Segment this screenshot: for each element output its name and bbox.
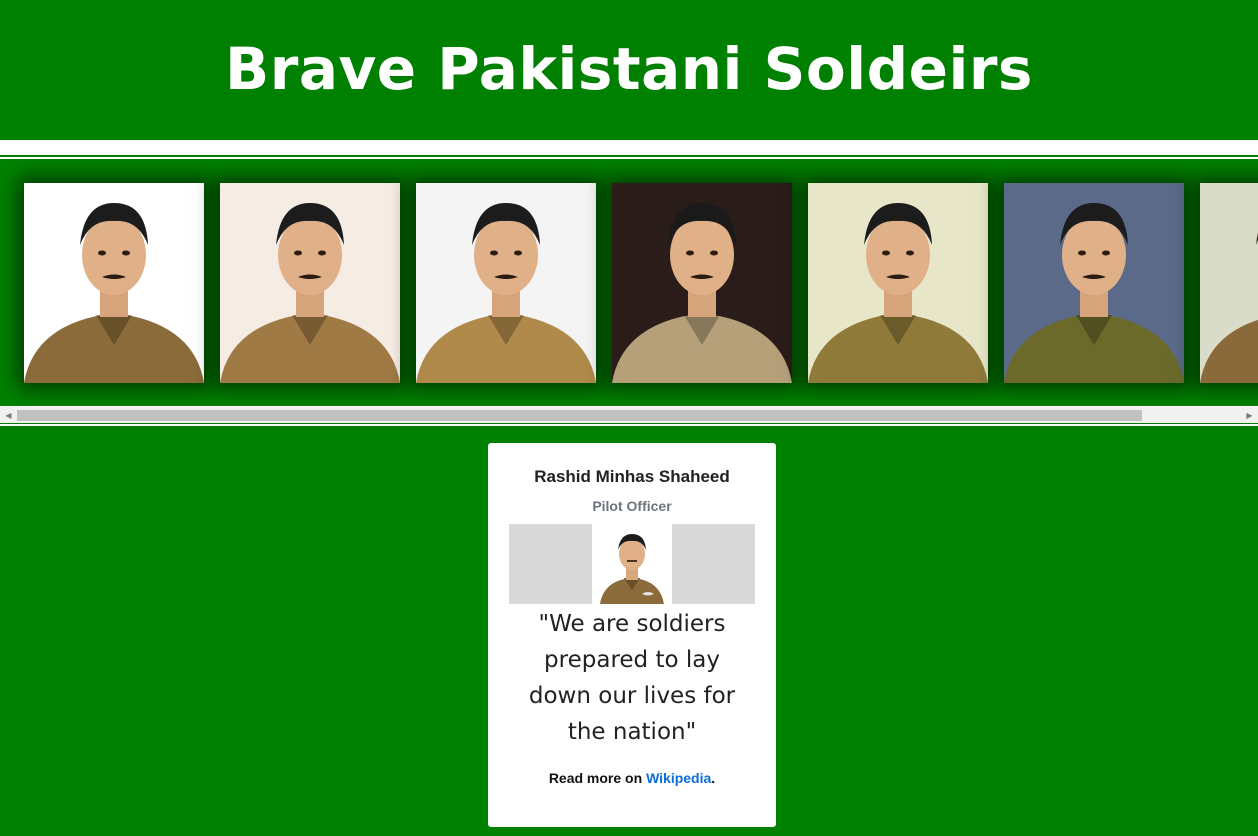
soldier-gallery[interactable] [0,159,1258,409]
soldier-portrait-4-icon [612,183,792,383]
page-title: Brave Pakistani Soldeirs [225,35,1033,103]
soldier-portrait-2-icon [220,183,400,383]
soldier-portrait-image [592,524,672,604]
read-more-line: Read more on Wikipedia. [488,770,776,786]
gallery-thumbnail[interactable] [808,183,988,383]
header-separator [0,140,1258,155]
gallery-strip [24,183,1258,383]
gallery-thumbnail[interactable] [612,183,792,383]
soldier-portrait-7-icon [1200,183,1258,383]
soldier-portrait-5-icon [808,183,988,383]
soldier-name: Rashid Minhas Shaheed [534,467,730,486]
page-header: Brave Pakistani Soldeirs [0,0,1258,140]
gallery-thumbnail[interactable] [416,183,596,383]
scroll-right-arrow-icon[interactable]: ▶ [1241,407,1258,424]
soldier-portrait-icon [592,524,672,604]
gallery-thumbnail[interactable] [24,183,204,383]
read-more-prefix: Read more on [548,770,647,786]
soldier-portrait-6-icon [1004,183,1184,383]
gallery-horizontal-scrollbar[interactable]: ◀ ▶ [0,406,1258,423]
scroll-left-arrow-icon[interactable]: ◀ [0,407,17,424]
gallery-thumbnail[interactable] [1004,183,1184,383]
wikipedia-link[interactable]: Wikipedia [646,770,711,786]
read-more-suffix: . [711,770,716,786]
gallery-thumbnail[interactable] [220,183,400,383]
soldier-detail-card: Rashid Minhas Shaheed Pilot Officer "We … [488,443,776,827]
gallery-thumbnail[interactable] [1200,183,1258,383]
scrollbar-thumb[interactable] [17,410,1142,421]
soldier-rank: Pilot Officer [592,498,672,514]
soldier-portrait-1-icon [24,183,204,383]
soldier-portrait-3-icon [416,183,596,383]
gallery-bottom-divider [0,424,1258,430]
soldier-quote: "We are soldiers prepared to lay down ou… [528,611,736,745]
soldier-image-frame [509,524,755,604]
